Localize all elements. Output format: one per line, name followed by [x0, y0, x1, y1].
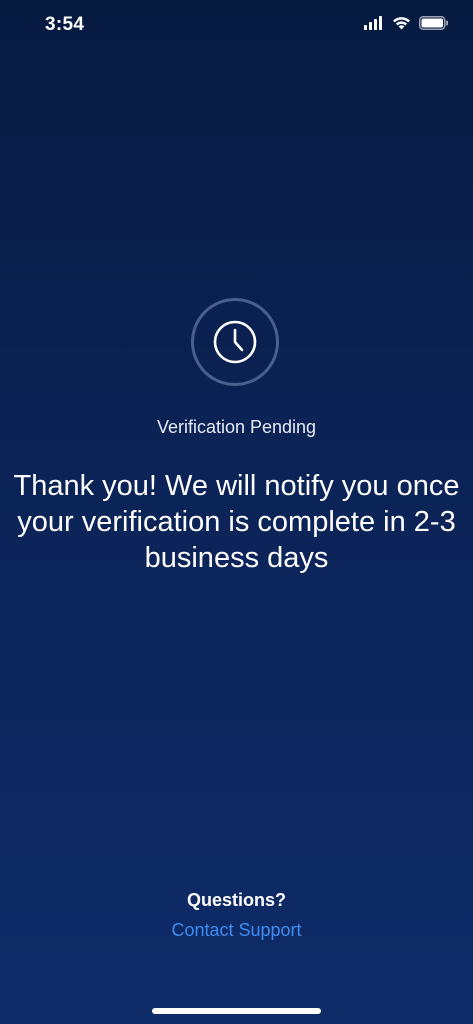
battery-icon: [419, 16, 449, 30]
contact-support-link[interactable]: Contact Support: [0, 920, 473, 941]
clock-icon: [212, 319, 258, 365]
pending-status-label: Verification Pending: [156, 417, 317, 437]
verification-pending-screen: 3:54 Verification Pending Thank you! We …: [0, 0, 473, 1024]
home-indicator[interactable]: [152, 1008, 321, 1014]
status-bar: 3:54: [0, 0, 473, 52]
questions-label: Questions?: [186, 890, 286, 910]
status-icons: [364, 16, 449, 30]
status-time: 3:54: [45, 14, 85, 35]
signal-icon: [364, 16, 384, 30]
wifi-icon: [392, 16, 411, 30]
pending-message: Thank you! We will notify you once your …: [13, 470, 460, 574]
clock-badge: [191, 298, 279, 386]
